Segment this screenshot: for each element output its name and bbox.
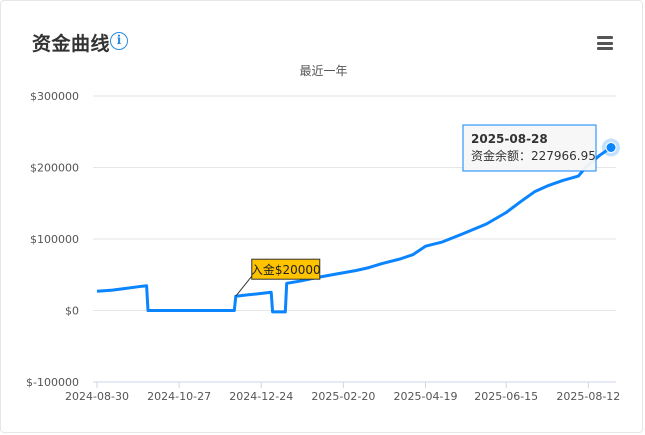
x-tick-label: 2024-08-30 <box>65 390 129 403</box>
deposit-annotation: 入金$20000 <box>235 258 321 297</box>
x-axis: 2024-08-30 2024-10-27 2024-12-24 2025-02-20… <box>65 381 620 403</box>
x-tick-label: 2024-12-24 <box>229 390 293 403</box>
annotation-label: 入金$20000 <box>251 262 321 277</box>
tooltip: 2025-08-28 资金余额：227966.95 <box>462 124 620 172</box>
x-tick-label: 2024-10-27 <box>147 390 211 403</box>
tooltip-value: 资金余额：227966.95 <box>471 148 596 163</box>
y-tick-label: $100000 <box>30 233 79 246</box>
series-line <box>96 146 612 314</box>
x-tick-label: 2025-06-15 <box>474 390 538 403</box>
y-tick-label: $0 <box>65 305 79 318</box>
y-axis-ticks: $-100000 $0 $100000 $200000 $300000 <box>26 90 79 389</box>
x-tick-label: 2025-08-12 <box>556 390 620 403</box>
tooltip-date: 2025-08-28 <box>471 132 548 146</box>
y-tick-label: $-100000 <box>26 376 79 389</box>
x-tick-label: 2025-04-19 <box>394 390 458 403</box>
chart-card: 资金曲线 i 最近一年 $-100000 $0 $100000 $200000 $300… <box>0 0 643 433</box>
x-tick-label: 2025-02-20 <box>311 390 375 403</box>
annotation-connector <box>235 275 253 297</box>
y-tick-label: $200000 <box>30 162 79 175</box>
funds-curve-chart: $-100000 $0 $100000 $200000 $300000 2024-08-… <box>26 90 620 403</box>
hover-point <box>605 142 617 154</box>
y-tick-label: $300000 <box>30 90 79 103</box>
